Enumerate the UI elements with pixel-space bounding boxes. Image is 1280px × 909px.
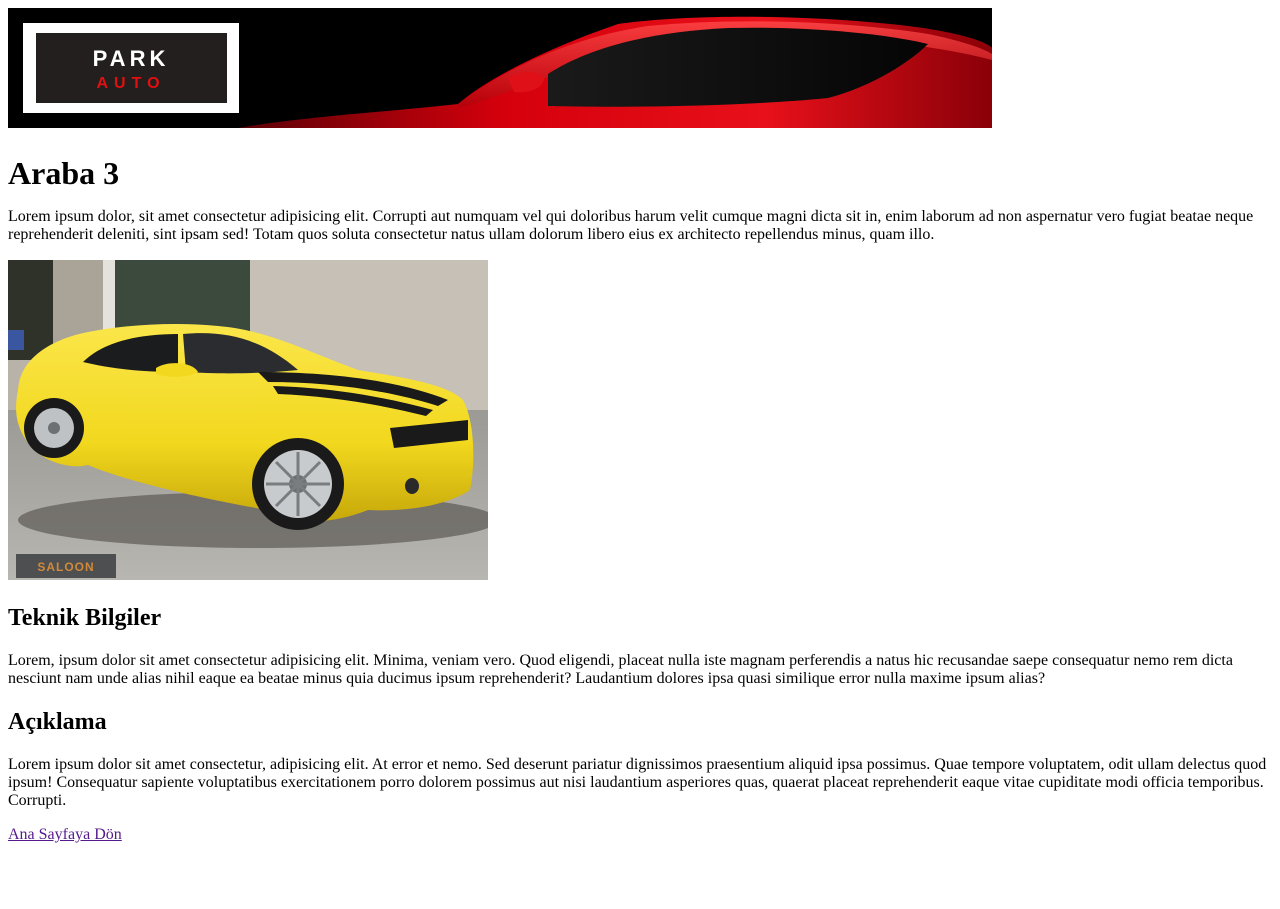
page-container: PARK AUTO Araba 3 Lorem ipsum dolor, sit… bbox=[0, 0, 1280, 852]
description-paragraph: Lorem ipsum dolor sit amet consectetur, … bbox=[8, 756, 1267, 809]
description-heading: Açıklama bbox=[8, 709, 107, 735]
car-image: SALOON bbox=[8, 260, 488, 580]
page-title: Araba 3 bbox=[8, 155, 120, 191]
technical-paragraph: Lorem, ipsum dolor sit amet consectetur … bbox=[8, 652, 1233, 687]
header-banner: PARK AUTO bbox=[8, 8, 992, 128]
intro-paragraph: Lorem ipsum dolor, sit amet consectetur … bbox=[8, 208, 1254, 243]
technical-heading: Teknik Bilgiler bbox=[8, 605, 162, 631]
watermark-text: SALOON bbox=[37, 560, 94, 574]
back-to-home-link[interactable]: Ana Sayfaya Dön bbox=[8, 826, 122, 844]
logo-text-auto: AUTO bbox=[96, 75, 165, 92]
logo-text-park: PARK bbox=[93, 46, 170, 71]
